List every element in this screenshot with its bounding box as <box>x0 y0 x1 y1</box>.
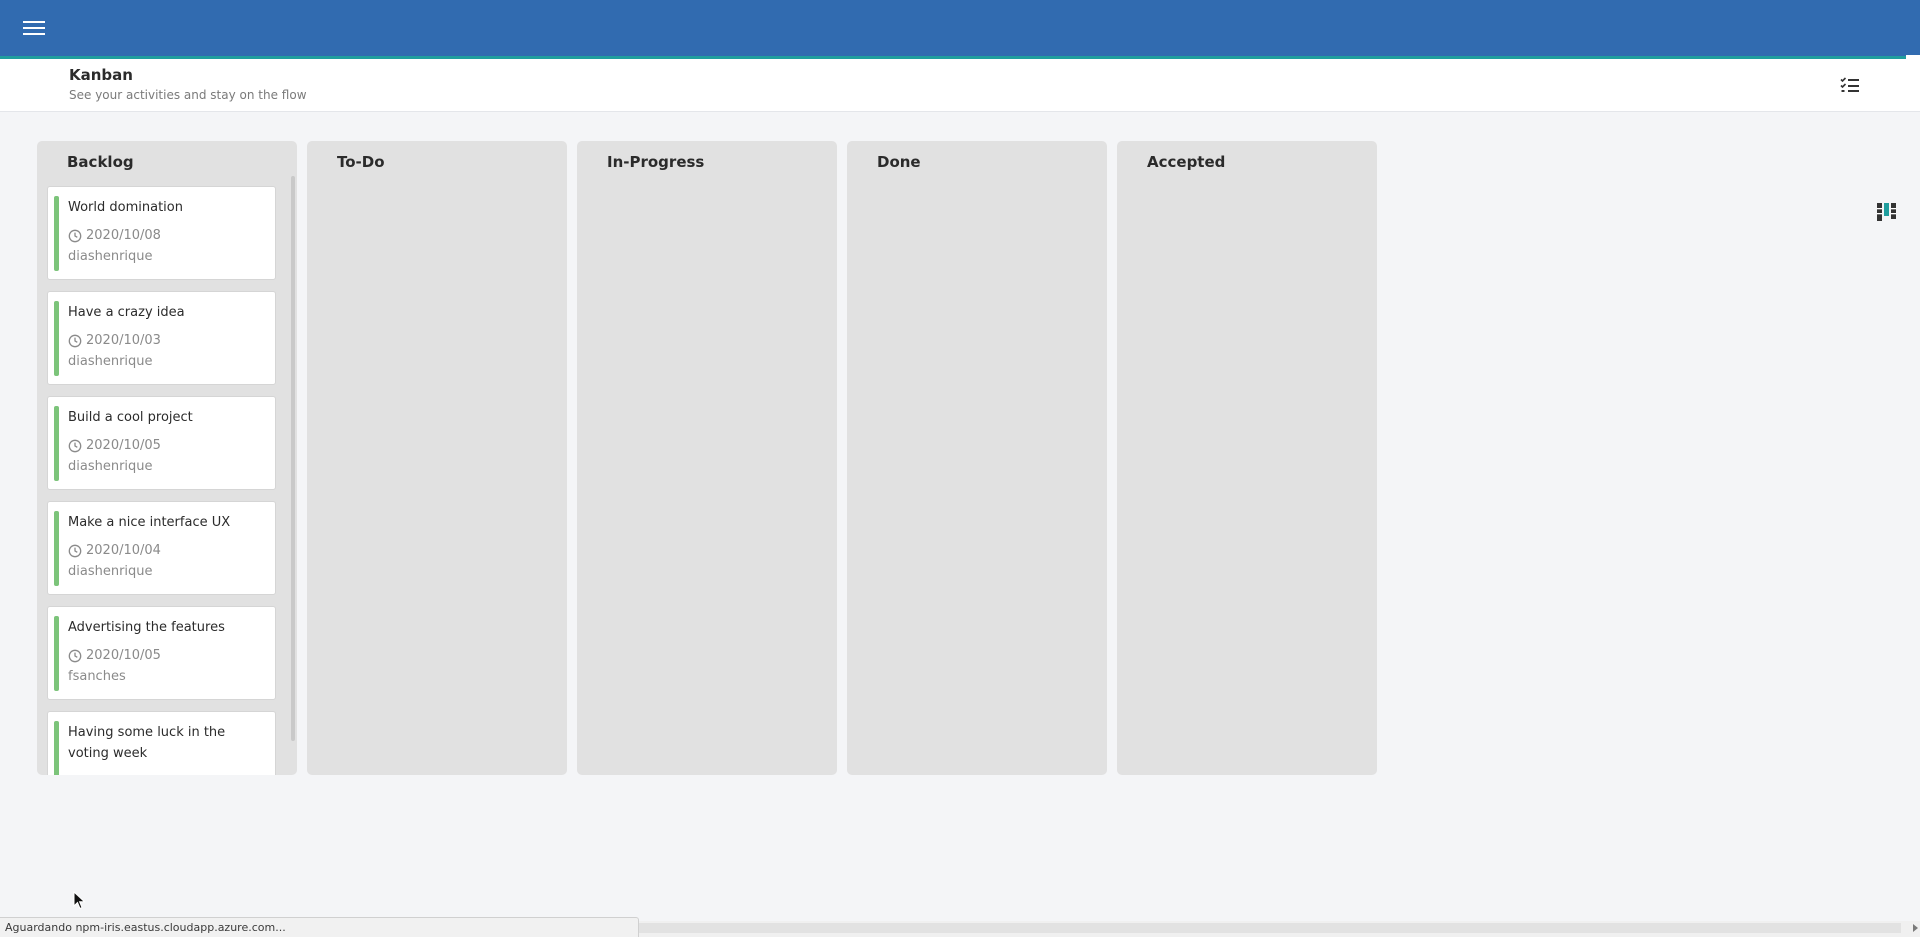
scrollbar-thumb[interactable] <box>639 923 1901 933</box>
card-date: 2020/10/05 <box>86 648 161 663</box>
column-title: Backlog <box>67 153 134 171</box>
mouse-cursor-icon <box>73 890 87 911</box>
column-cards <box>1117 185 1377 775</box>
column-done: Done <box>847 141 1107 775</box>
column-cards <box>307 185 567 775</box>
card-status-bar <box>54 406 59 481</box>
checklist-icon[interactable] <box>1838 73 1862 97</box>
clock-icon <box>68 439 82 453</box>
card-date: 2020/10/03 <box>86 333 161 348</box>
column-title: In-Progress <box>607 153 705 171</box>
card-date: 2020/10/05 <box>86 438 161 453</box>
column-cards <box>577 185 837 775</box>
card-title: Have a crazy idea <box>68 305 185 320</box>
column-to-do: To-Do <box>307 141 567 775</box>
task-card[interactable]: Have a crazy idea 2020/10/03 diashenriqu… <box>47 291 276 385</box>
card-title: Advertising the features <box>68 620 225 635</box>
task-card[interactable]: Build a cool project 2020/10/05 diashenr… <box>47 396 276 490</box>
column-title: Done <box>877 153 921 171</box>
clock-icon <box>68 334 82 348</box>
card-date: 2020/10/08 <box>86 228 161 243</box>
column-title: To-Do <box>337 153 385 171</box>
page-title: Kanban <box>69 66 133 84</box>
column-cards: World domination 2020/10/08 diashenrique… <box>37 185 297 775</box>
menu-line <box>23 33 45 35</box>
task-card[interactable]: World domination 2020/10/08 diashenrique <box>47 186 276 280</box>
card-status-bar <box>54 301 59 376</box>
card-status-bar <box>54 196 59 271</box>
task-card[interactable]: Advertising the features 2020/10/05 fsan… <box>47 606 276 700</box>
clock-icon <box>68 649 82 663</box>
column-accepted: Accepted <box>1117 141 1377 775</box>
task-card[interactable]: Having some luck in the voting week <box>47 711 276 775</box>
card-title: World domination <box>68 200 183 215</box>
column-in-progress: In-Progress <box>577 141 837 775</box>
task-card[interactable]: Make a nice interface UX 2020/10/04 dias… <box>47 501 276 595</box>
card-status-bar <box>54 616 59 691</box>
card-date: 2020/10/04 <box>86 543 161 558</box>
page-header: Kanban See your activities and stay on t… <box>0 59 1920 221</box>
card-user: diashenrique <box>68 354 153 369</box>
menu-line <box>23 27 45 29</box>
hamburger-menu-icon[interactable] <box>20 17 48 39</box>
card-status-bar <box>54 511 59 586</box>
menu-line <box>23 21 45 23</box>
card-title: Having some luck in the voting week <box>68 725 226 761</box>
card-user: diashenrique <box>68 564 153 579</box>
card-user: diashenrique <box>68 249 153 264</box>
card-title: Build a cool project <box>68 410 193 425</box>
horizontal-scrollbar[interactable] <box>639 921 1920 937</box>
column-cards <box>847 185 1107 775</box>
kanban-board-icon[interactable] <box>1874 200 1898 834</box>
clock-icon <box>68 229 82 243</box>
card-user: diashenrique <box>68 459 153 474</box>
card-user: fsanches <box>68 669 126 684</box>
scroll-right-arrow-icon[interactable] <box>1913 924 1918 932</box>
column-backlog: Backlog World domination 2020/10/08 dias… <box>37 141 297 775</box>
card-status-bar <box>54 721 59 775</box>
column-title: Accepted <box>1147 153 1226 171</box>
clock-icon <box>68 544 82 558</box>
browser-status-bar: Aguardando npm-iris.eastus.cloudapp.azur… <box>0 917 639 937</box>
top-bar <box>0 0 1920 59</box>
card-title: Make a nice interface UX <box>68 515 231 530</box>
page-subtitle: See your activities and stay on the flow <box>69 88 307 102</box>
